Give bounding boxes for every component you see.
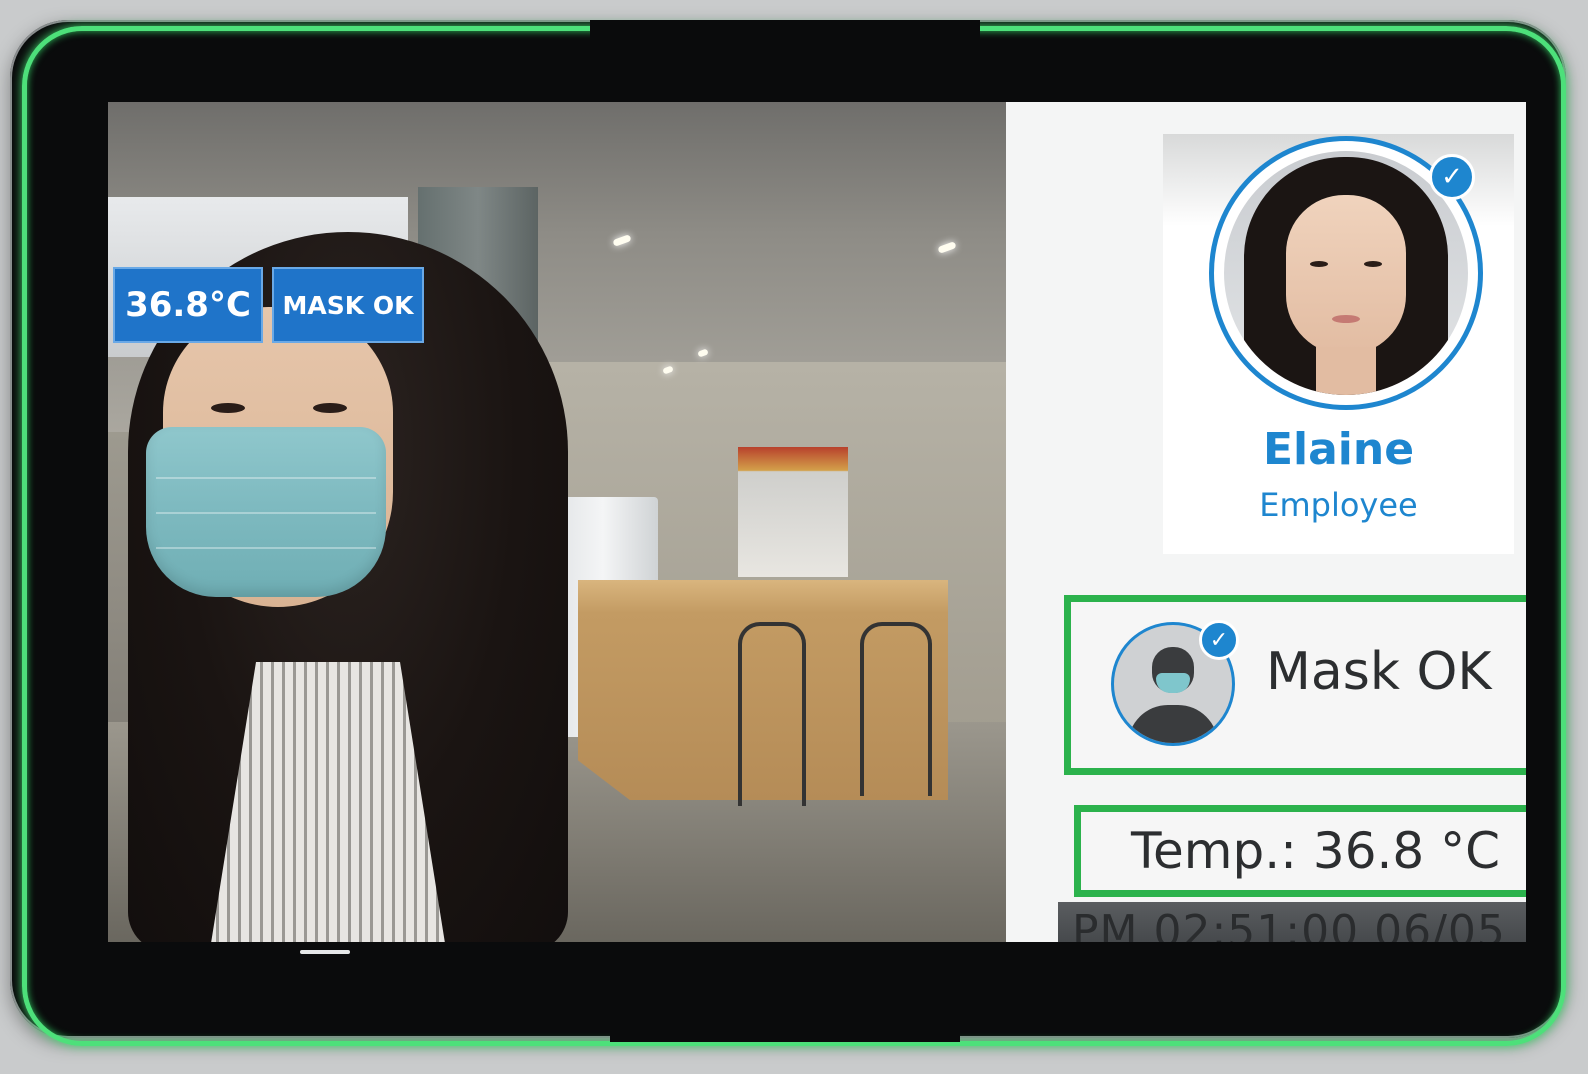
mask-pleat: [156, 477, 376, 479]
mask-check-icon: ✓: [1199, 620, 1239, 660]
icon-mask: [1156, 673, 1190, 693]
photo-neck: [1316, 347, 1376, 395]
led-gap-top: [590, 20, 980, 42]
temperature-overlay-tag: 36.8°C: [113, 267, 263, 343]
photo-eye: [1310, 261, 1328, 267]
person-eye: [211, 403, 245, 413]
mask-pleat: [156, 547, 376, 549]
mask-status-label: Mask OK: [1266, 642, 1492, 702]
scene-stool: [738, 622, 806, 806]
mask-pleat: [156, 512, 376, 514]
face-mask: [146, 427, 386, 597]
person-role: Employee: [1259, 486, 1418, 524]
temperature-label: Temp.: 36.8 °C: [1131, 822, 1501, 880]
person-eye: [313, 403, 347, 413]
verified-check-icon: ✓: [1429, 154, 1475, 200]
home-indicator: [300, 950, 350, 954]
camera-feed: 36.8°C MASK OK: [108, 102, 1006, 942]
photo-eye: [1364, 261, 1382, 267]
photo-lips: [1332, 315, 1360, 323]
display-screen: 36.8°C MASK OK ✓ Elaine Employee ✓ Mask …: [108, 102, 1526, 942]
terminal-device: 36.8°C MASK OK ✓ Elaine Employee ✓ Mask …: [10, 20, 1566, 1046]
mask-overlay-tag: MASK OK: [272, 267, 424, 343]
mask-status-box: ✓ Mask OK: [1064, 595, 1526, 775]
timestamp-text: PM 02:51:00 06/05: [1072, 906, 1506, 942]
photo-face: [1286, 195, 1406, 355]
temperature-box: Temp.: 36.8 °C: [1074, 805, 1526, 897]
timestamp-bar: PM 02:51:00 06/05: [1058, 902, 1526, 942]
person-name: Elaine: [1262, 424, 1415, 475]
led-gap-bottom: [610, 1020, 960, 1042]
scene-stool: [860, 622, 932, 796]
profile-card: ✓ Elaine Employee: [1163, 134, 1514, 554]
icon-body: [1128, 705, 1218, 743]
scene-shelf: [738, 447, 848, 577]
result-panel: ✓ Elaine Employee ✓ Mask OK Temp.: 36.8 …: [1006, 102, 1526, 942]
